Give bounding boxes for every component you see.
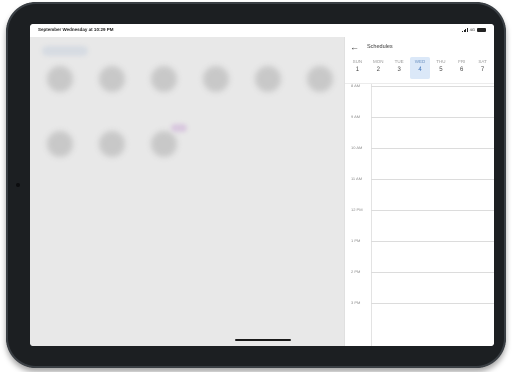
day-sun[interactable]: SUN 1: [347, 57, 368, 79]
time-slot[interactable]: 3 PM: [345, 300, 494, 305]
screen: September Wednesday at 10:29 PM 4G ← Sch…: [30, 24, 494, 346]
day-sat[interactable]: SAT 7: [472, 57, 493, 79]
day-date: 4: [418, 67, 422, 73]
blurred-tile: [47, 131, 73, 157]
time-label: 8 AM: [351, 83, 361, 88]
day-date: 2: [376, 67, 380, 73]
back-arrow-icon[interactable]: ←: [350, 43, 359, 52]
slot-line: [371, 241, 494, 242]
time-slot[interactable]: 2 PM: [345, 269, 494, 274]
time-label: 10 AM: [351, 145, 363, 150]
day-name: TUE: [394, 59, 404, 64]
day-name: THU: [436, 59, 446, 64]
panel-title: Schedules: [367, 44, 393, 50]
time-slot[interactable]: 12 PM: [345, 207, 494, 212]
status-icons: 4G: [462, 27, 486, 32]
blurred-tile: [99, 66, 125, 92]
time-slot[interactable]: 1 PM: [345, 238, 494, 243]
slot-line: [371, 272, 494, 273]
time-label: 12 PM: [351, 207, 363, 212]
schedule-panel: ← Schedules SUN 1 MON 2 TUE 3 WED 4 THU …: [344, 37, 494, 346]
blurred-header-pill: [42, 46, 88, 56]
time-slot[interactable]: 11 AM: [345, 176, 494, 181]
status-bar: September Wednesday at 10:29 PM 4G: [30, 24, 494, 37]
day-fri[interactable]: FRI 6: [451, 57, 472, 79]
signal-icon: [462, 27, 468, 32]
day-thu[interactable]: THU 5: [430, 57, 451, 79]
time-slot[interactable]: 8 AM: [345, 83, 494, 88]
slot-line: [371, 303, 494, 304]
time-label: 9 AM: [351, 114, 361, 119]
day-date: 1: [355, 67, 360, 73]
network-label: 4G: [469, 27, 475, 32]
day-tue[interactable]: TUE 3: [389, 57, 410, 79]
day-mon[interactable]: MON 2: [368, 57, 389, 79]
blurred-tile: [151, 131, 177, 157]
day-date: 7: [480, 67, 485, 73]
slot-line: [371, 148, 494, 149]
battery-icon: [477, 27, 486, 32]
timeline-divider: [371, 84, 372, 346]
time-slot[interactable]: 10 AM: [345, 145, 494, 150]
slot-line: [371, 117, 494, 118]
time-label: 3 PM: [351, 300, 361, 305]
day-name: MON: [373, 59, 384, 64]
tablet-frame: September Wednesday at 10:29 PM 4G ← Sch…: [6, 2, 506, 368]
slot-line: [371, 210, 494, 211]
day-date: 6: [460, 67, 464, 73]
day-timeline[interactable]: 8 AM 9 AM 10 AM 11 AM 12 PM 1 PM 2 PM 3 …: [345, 83, 494, 346]
blurred-tile: [307, 66, 333, 92]
blurred-tile: [47, 66, 73, 92]
slot-line: [371, 86, 494, 87]
time-label: 1 PM: [351, 238, 361, 243]
time-label: 2 PM: [351, 269, 361, 274]
front-camera: [16, 183, 20, 187]
blurred-badge: [171, 124, 187, 132]
slot-line: [371, 179, 494, 180]
day-name: SAT: [478, 59, 487, 64]
week-day-selector: SUN 1 MON 2 TUE 3 WED 4 THU 5 FRI 6 SAT …: [347, 57, 493, 81]
time-label: 11 AM: [351, 176, 363, 181]
day-date: 3: [397, 67, 401, 73]
time-slot[interactable]: 9 AM: [345, 114, 494, 119]
home-indicator[interactable]: [235, 339, 291, 341]
day-name: FRI: [458, 59, 466, 64]
status-time: September Wednesday at 10:29 PM: [38, 27, 114, 32]
blurred-tile: [203, 66, 229, 92]
blurred-tile: [151, 66, 177, 92]
day-name: SUN: [352, 59, 363, 64]
blurred-tile: [99, 131, 125, 157]
blurred-tile: [255, 66, 281, 92]
day-wed[interactable]: WED 4: [409, 57, 431, 79]
day-date: 5: [439, 67, 443, 73]
day-name: WED: [414, 59, 426, 64]
blurred-background-content: [30, 37, 344, 346]
